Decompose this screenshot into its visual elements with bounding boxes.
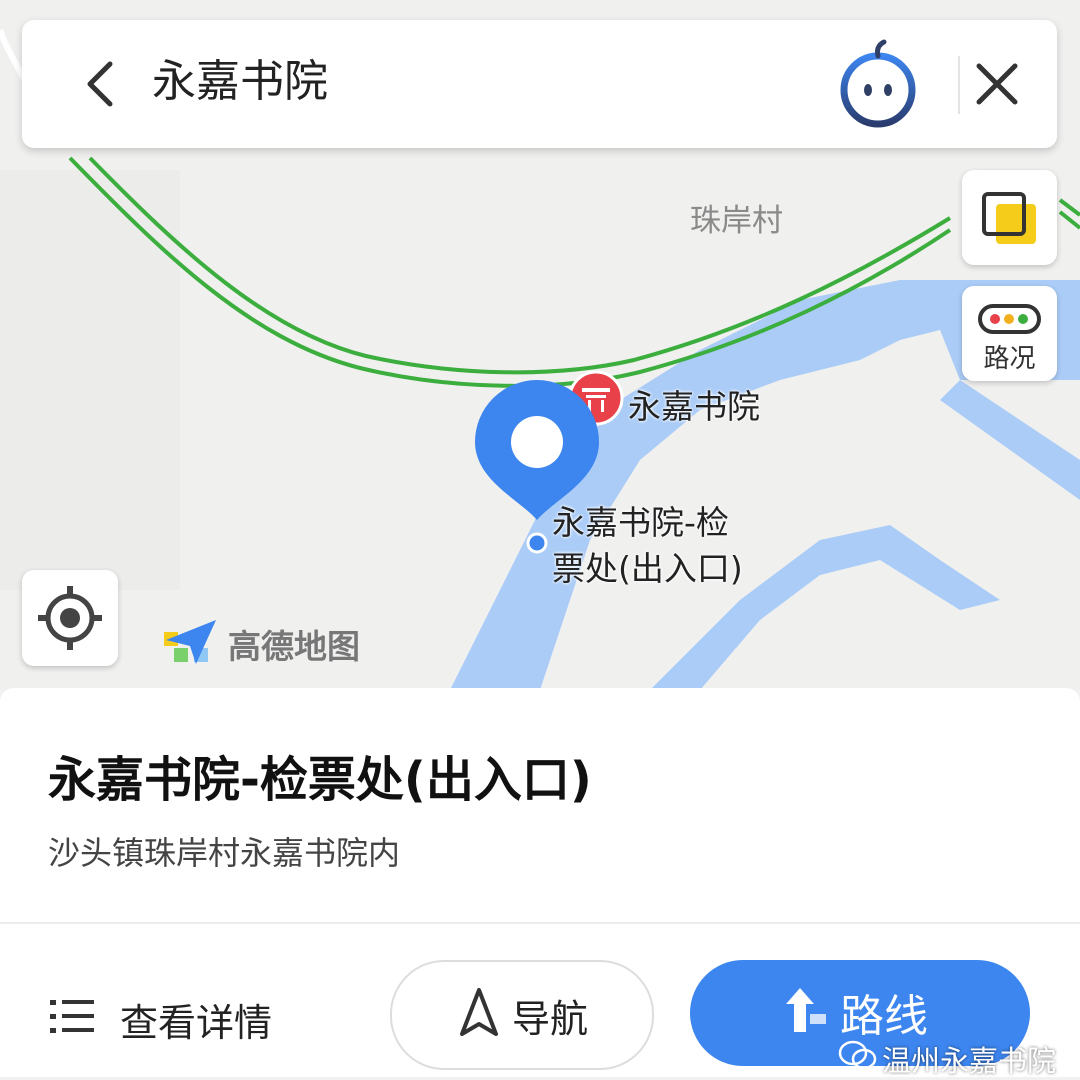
assistant-avatar-icon (840, 39, 916, 128)
navigation-arrow-icon (460, 988, 498, 1036)
locate-me-button[interactable] (22, 570, 118, 666)
ticket-label-line1: 永嘉书院-检 (552, 503, 729, 542)
crosshair-icon (38, 586, 102, 650)
traffic-button[interactable]: 路况 (962, 286, 1057, 381)
card-divider (0, 922, 1080, 924)
river-branch (940, 380, 1080, 500)
search-bar-divider (958, 56, 960, 114)
search-bar[interactable]: 永嘉书院 (22, 20, 1057, 148)
search-query[interactable]: 永嘉书院 (152, 52, 328, 112)
view-details-label: 查看详情 (120, 1001, 273, 1045)
village-label: 珠岸村 (690, 203, 783, 239)
road (68, 156, 1080, 388)
navigate-label: 导航 (512, 997, 589, 1041)
traffic-label: 路况 (983, 344, 1036, 374)
layers-icon (982, 192, 1036, 244)
chevron-left-icon (87, 61, 113, 107)
place-card: 永嘉书院-检票处(出入口) 沙头镇珠岸村永嘉书院内 查看详情 导航 路线 (0, 688, 1080, 1077)
wechat-icon (838, 1040, 877, 1070)
assistant-button[interactable] (832, 38, 924, 130)
amap-brand: 高德地图 (160, 612, 380, 668)
entrance-dot-icon[interactable] (526, 532, 548, 554)
route-label: 路线 (840, 991, 928, 1042)
ticket-office-label[interactable]: 永嘉书院-检 票处(出入口) (552, 500, 743, 592)
traffic-light-icon (978, 304, 1041, 334)
back-button[interactable] (72, 54, 132, 114)
place-address: 沙头镇珠岸村永嘉书院内 (48, 834, 401, 872)
ticket-label-line2: 票处(出入口) (552, 549, 743, 588)
amap-logo-icon (164, 620, 216, 664)
close-icon (976, 63, 1018, 105)
close-button[interactable] (967, 54, 1027, 114)
watermark-text: 温州永嘉书院 (882, 1044, 1057, 1078)
brand-text: 高德地图 (228, 627, 360, 666)
route-arrow-icon (786, 988, 826, 1032)
navigate-button[interactable]: 导航 (390, 960, 654, 1070)
poi-label[interactable]: 永嘉书院 (628, 380, 760, 428)
layers-button[interactable] (962, 170, 1057, 265)
list-icon (50, 1000, 94, 1033)
place-title: 永嘉书院-检票处(出入口) (48, 752, 592, 808)
map-block (0, 170, 180, 590)
